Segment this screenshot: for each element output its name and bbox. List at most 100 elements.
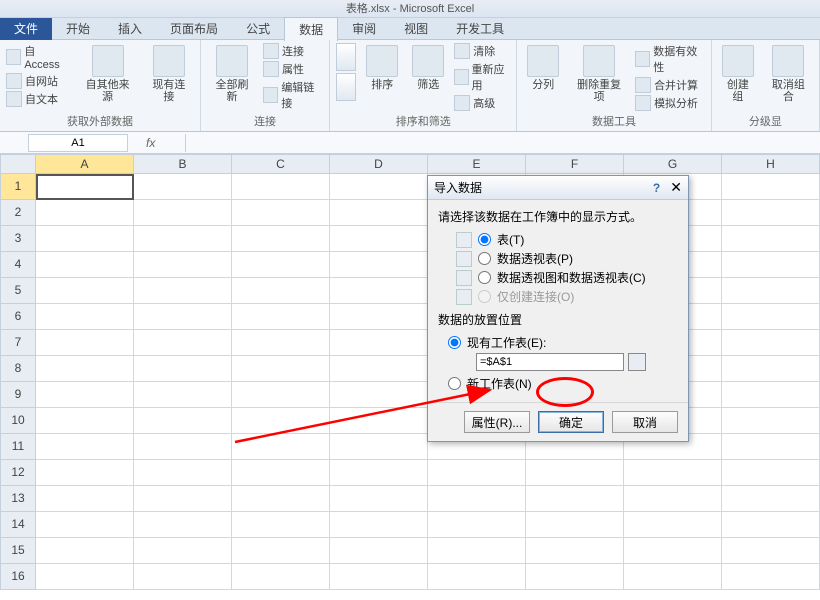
remove-dup-button[interactable]: 删除重复项 — [569, 43, 629, 105]
cell-D3[interactable] — [330, 226, 428, 252]
tab-view[interactable]: 视图 — [390, 17, 442, 40]
from-web-button[interactable]: 自网站 — [6, 73, 71, 89]
group-button[interactable]: 创建组 — [718, 43, 758, 105]
cell-D13[interactable] — [330, 486, 428, 512]
cell-A8[interactable] — [36, 356, 134, 382]
row-header-14[interactable]: 14 — [0, 512, 36, 538]
connections-button[interactable]: 连接 — [263, 43, 323, 59]
cell-A6[interactable] — [36, 304, 134, 330]
col-header-B[interactable]: B — [134, 154, 232, 174]
cell-H2[interactable] — [722, 200, 820, 226]
cell-G14[interactable] — [624, 512, 722, 538]
row-header-9[interactable]: 9 — [0, 382, 36, 408]
col-header-A[interactable]: A — [36, 154, 134, 174]
row-header-10[interactable]: 10 — [0, 408, 36, 434]
cell-F16[interactable] — [526, 564, 624, 590]
col-header-D[interactable]: D — [330, 154, 428, 174]
cell-D8[interactable] — [330, 356, 428, 382]
cell-C6[interactable] — [232, 304, 330, 330]
cell-B14[interactable] — [134, 512, 232, 538]
row-header-7[interactable]: 7 — [0, 330, 36, 356]
cell-C10[interactable] — [232, 408, 330, 434]
cell-C9[interactable] — [232, 382, 330, 408]
cell-H3[interactable] — [722, 226, 820, 252]
cell-A10[interactable] — [36, 408, 134, 434]
cell-H16[interactable] — [722, 564, 820, 590]
cell-C2[interactable] — [232, 200, 330, 226]
formula-input[interactable] — [185, 134, 820, 152]
cell-G12[interactable] — [624, 460, 722, 486]
properties-button[interactable]: 属性(R)... — [464, 411, 530, 433]
cell-C12[interactable] — [232, 460, 330, 486]
cell-A3[interactable] — [36, 226, 134, 252]
row-header-12[interactable]: 12 — [0, 460, 36, 486]
refresh-all-button[interactable]: 全部刷新 — [207, 43, 257, 105]
cell-B6[interactable] — [134, 304, 232, 330]
cell-D2[interactable] — [330, 200, 428, 226]
cell-E14[interactable] — [428, 512, 526, 538]
radio-existing-sheet[interactable] — [448, 336, 461, 349]
cell-C1[interactable] — [232, 174, 330, 200]
radio-table[interactable] — [478, 233, 491, 246]
cell-D1[interactable] — [330, 174, 428, 200]
cancel-button[interactable]: 取消 — [612, 411, 678, 433]
row-header-6[interactable]: 6 — [0, 304, 36, 330]
row-header-5[interactable]: 5 — [0, 278, 36, 304]
cell-H11[interactable] — [722, 434, 820, 460]
cell-D4[interactable] — [330, 252, 428, 278]
from-access-button[interactable]: 自 Access — [6, 43, 71, 71]
cell-C15[interactable] — [232, 538, 330, 564]
row-header-11[interactable]: 11 — [0, 434, 36, 460]
cell-C16[interactable] — [232, 564, 330, 590]
cell-B1[interactable] — [134, 174, 232, 200]
cell-C4[interactable] — [232, 252, 330, 278]
col-header-F[interactable]: F — [526, 154, 624, 174]
cell-D6[interactable] — [330, 304, 428, 330]
cell-F15[interactable] — [526, 538, 624, 564]
cell-B2[interactable] — [134, 200, 232, 226]
cell-D11[interactable] — [330, 434, 428, 460]
cell-C3[interactable] — [232, 226, 330, 252]
col-header-C[interactable]: C — [232, 154, 330, 174]
cell-D16[interactable] — [330, 564, 428, 590]
row-header-3[interactable]: 3 — [0, 226, 36, 252]
cell-D14[interactable] — [330, 512, 428, 538]
text-to-columns-button[interactable]: 分列 — [523, 43, 563, 93]
cell-D7[interactable] — [330, 330, 428, 356]
tab-layout[interactable]: 页面布局 — [156, 17, 232, 40]
name-box[interactable]: A1 — [28, 134, 128, 152]
radio-new-sheet[interactable] — [448, 377, 461, 390]
cell-F13[interactable] — [526, 486, 624, 512]
cell-B4[interactable] — [134, 252, 232, 278]
cell-E15[interactable] — [428, 538, 526, 564]
cell-B11[interactable] — [134, 434, 232, 460]
cell-C8[interactable] — [232, 356, 330, 382]
cell-H5[interactable] — [722, 278, 820, 304]
tab-home[interactable]: 开始 — [52, 17, 104, 40]
cell-A13[interactable] — [36, 486, 134, 512]
cell-A11[interactable] — [36, 434, 134, 460]
tab-review[interactable]: 审阅 — [338, 17, 390, 40]
cell-B13[interactable] — [134, 486, 232, 512]
cell-A5[interactable] — [36, 278, 134, 304]
fx-icon[interactable]: fx — [146, 136, 155, 150]
cell-G16[interactable] — [624, 564, 722, 590]
tab-formulas[interactable]: 公式 — [232, 17, 284, 40]
cell-H13[interactable] — [722, 486, 820, 512]
cell-A2[interactable] — [36, 200, 134, 226]
cell-H8[interactable] — [722, 356, 820, 382]
row-header-8[interactable]: 8 — [0, 356, 36, 382]
cell-F14[interactable] — [526, 512, 624, 538]
whatif-button[interactable]: 模拟分析 — [635, 95, 705, 111]
ok-button[interactable]: 确定 — [538, 411, 604, 433]
cell-C14[interactable] — [232, 512, 330, 538]
cell-H4[interactable] — [722, 252, 820, 278]
row-header-16[interactable]: 16 — [0, 564, 36, 590]
cell-B12[interactable] — [134, 460, 232, 486]
range-picker-icon[interactable] — [628, 353, 646, 371]
cell-B9[interactable] — [134, 382, 232, 408]
tab-file[interactable]: 文件 — [0, 18, 52, 40]
cell-A7[interactable] — [36, 330, 134, 356]
cell-ref-input[interactable] — [476, 353, 624, 371]
cell-E16[interactable] — [428, 564, 526, 590]
